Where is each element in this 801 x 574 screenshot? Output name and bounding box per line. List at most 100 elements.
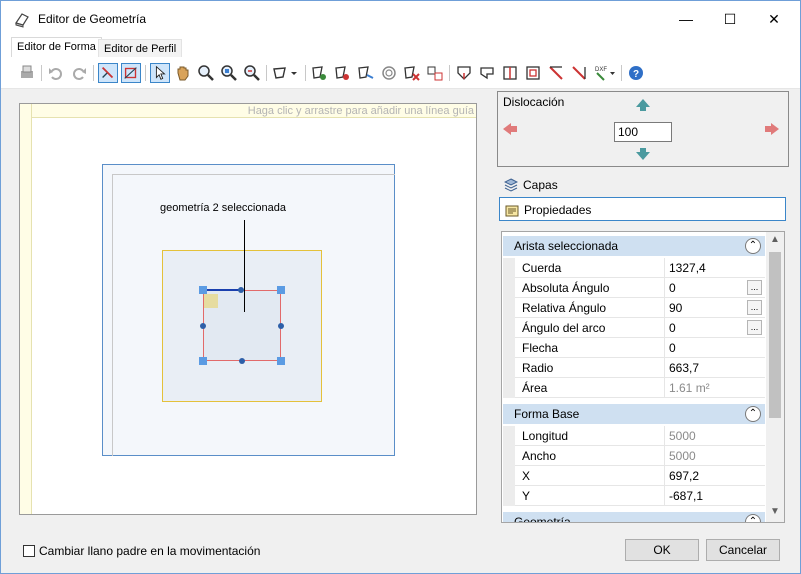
polygon-dropdown-icon[interactable] <box>271 63 301 83</box>
prop-row-relativa-angulo[interactable]: Relativa Ángulo 90 ... <box>503 298 765 318</box>
scroll-thumb[interactable] <box>769 252 781 418</box>
midpoint-handle[interactable] <box>278 323 284 329</box>
tab-editor-de-forma[interactable]: Editor de Forma <box>11 37 102 57</box>
svg-text:?: ? <box>633 69 639 80</box>
select-edge-icon[interactable] <box>98 63 118 83</box>
vertical-guide-ruler[interactable] <box>20 104 32 514</box>
horizontal-guide-ruler[interactable]: Haga clic y arrastre para añadir una lín… <box>32 104 476 118</box>
prop-value[interactable]: -687,1 <box>669 489 745 505</box>
scroll-up-icon[interactable]: ▲ <box>766 234 784 250</box>
close-button[interactable]: ✕ <box>752 5 796 33</box>
pan-hand-icon[interactable] <box>173 63 193 83</box>
minimize-button[interactable]: — <box>664 5 708 33</box>
remove-vertex-icon[interactable] <box>333 63 353 83</box>
prop-name: Flecha <box>522 341 559 355</box>
prop-value[interactable]: 0 <box>669 321 745 337</box>
dislocacion-input[interactable]: 100 <box>614 122 672 142</box>
shape-icon-4[interactable] <box>523 63 543 83</box>
prop-name: Ancho <box>522 449 557 463</box>
section-header-forma-base[interactable]: Forma Base ⌃ <box>503 404 765 424</box>
section-header-geometria[interactable]: Geometría ⌃ <box>503 512 765 523</box>
maximize-button[interactable]: ☐ <box>708 5 752 33</box>
vertical-scrollbar[interactable]: ▲ ▼ <box>766 232 784 522</box>
toolbar-separator <box>145 65 146 81</box>
arrow-right-icon[interactable] <box>764 122 780 136</box>
prop-row-absoluta-angulo[interactable]: Absoluta Ángulo 0 ... <box>503 278 765 298</box>
select-shape-icon[interactable] <box>121 63 141 83</box>
redo-icon[interactable] <box>69 63 89 83</box>
prop-name: X <box>522 469 531 483</box>
cut-icon-1[interactable] <box>546 63 566 83</box>
scroll-down-icon[interactable]: ▼ <box>766 506 784 522</box>
zoom-in-icon[interactable] <box>196 63 216 83</box>
corner-handle[interactable] <box>199 357 207 365</box>
ellipsis-button[interactable]: ... <box>747 280 762 295</box>
collapse-icon[interactable]: ⌃ <box>745 238 761 254</box>
drawing-canvas[interactable]: Haga clic y arrastre para añadir una lín… <box>19 103 477 515</box>
toolbar-separator <box>621 65 622 81</box>
collapse-icon[interactable]: ⌃ <box>745 406 761 422</box>
dxf-import-icon[interactable]: DXF <box>592 63 618 83</box>
ellipsis-button[interactable]: ... <box>747 320 762 335</box>
prop-row-angulo-arco[interactable]: Ángulo del arco 0 ... <box>503 318 765 338</box>
pointer-icon[interactable] <box>150 63 170 83</box>
svg-text:DXF: DXF <box>595 67 607 73</box>
shape-icon-3[interactable] <box>500 63 520 83</box>
move-icon[interactable] <box>425 63 445 83</box>
prop-row-cuerda[interactable]: Cuerda 1327,4 <box>503 258 765 278</box>
zoom-fit-icon[interactable] <box>242 63 262 83</box>
midpoint-handle[interactable] <box>238 287 244 293</box>
ok-button[interactable]: OK <box>625 539 699 561</box>
prop-name: Ángulo del arco <box>522 321 606 335</box>
guide-hint-text: Haga clic y arrastre para añadir una lín… <box>247 105 474 117</box>
add-vertex-icon[interactable] <box>310 63 330 83</box>
section-title: Forma Base <box>514 407 580 421</box>
corner-handle[interactable] <box>199 286 207 294</box>
rotate-icon[interactable] <box>356 63 376 83</box>
section-header-arista[interactable]: Arista seleccionada ⌃ <box>503 236 765 256</box>
print-icon[interactable] <box>17 63 37 83</box>
corner-handle[interactable] <box>277 286 285 294</box>
midpoint-handle[interactable] <box>239 358 245 364</box>
dislocacion-title: Dislocación <box>503 95 565 109</box>
arrow-up-icon[interactable] <box>635 98 651 112</box>
undo-icon[interactable] <box>46 63 66 83</box>
shape-icon-1[interactable] <box>454 63 474 83</box>
prop-name: Absoluta Ángulo <box>522 281 610 295</box>
offset-icon[interactable] <box>379 63 399 83</box>
arrow-left-icon[interactable] <box>502 122 518 136</box>
collapse-icon[interactable]: ⌃ <box>745 514 761 522</box>
arrow-down-icon[interactable] <box>635 147 651 161</box>
tab-editor-de-perfil[interactable]: Editor de Perfil <box>98 39 183 57</box>
cut-icon-2[interactable] <box>569 63 589 83</box>
panel-capas[interactable]: Capas <box>499 173 786 197</box>
toolbar: DXF ? <box>1 57 800 89</box>
cancel-button[interactable]: Cancelar <box>706 539 780 561</box>
section-title: Geometría <box>514 515 571 523</box>
cambiar-llano-checkbox[interactable] <box>23 545 35 557</box>
zoom-window-icon[interactable] <box>219 63 239 83</box>
prop-value[interactable]: 0 <box>669 281 745 297</box>
prop-value[interactable]: 663,7 <box>669 361 745 377</box>
shape-icon-2[interactable] <box>477 63 497 83</box>
corner-handle[interactable] <box>277 357 285 365</box>
prop-row-y[interactable]: Y -687,1 <box>503 486 765 506</box>
prop-name: Área <box>522 381 548 395</box>
toolbar-separator <box>41 65 42 81</box>
prop-value[interactable]: 1327,4 <box>669 261 745 277</box>
selected-edge[interactable] <box>203 289 241 291</box>
cambiar-llano-label[interactable]: Cambiar llano padre en la movimentación <box>39 544 260 558</box>
prop-row-flecha[interactable]: Flecha 0 <box>503 338 765 358</box>
prop-value[interactable]: 0 <box>669 341 745 357</box>
ellipsis-button[interactable]: ... <box>747 300 762 315</box>
prop-value[interactable]: 90 <box>669 301 745 317</box>
midpoint-handle[interactable] <box>200 323 206 329</box>
help-icon[interactable]: ? <box>626 63 646 83</box>
prop-row-radio[interactable]: Radio 663,7 <box>503 358 765 378</box>
layers-icon <box>504 178 518 192</box>
panel-propiedades[interactable]: Propiedades <box>499 197 786 221</box>
prop-name: Y <box>522 489 531 503</box>
prop-row-x[interactable]: X 697,2 <box>503 466 765 486</box>
prop-value[interactable]: 697,2 <box>669 469 745 485</box>
delete-icon[interactable] <box>402 63 422 83</box>
